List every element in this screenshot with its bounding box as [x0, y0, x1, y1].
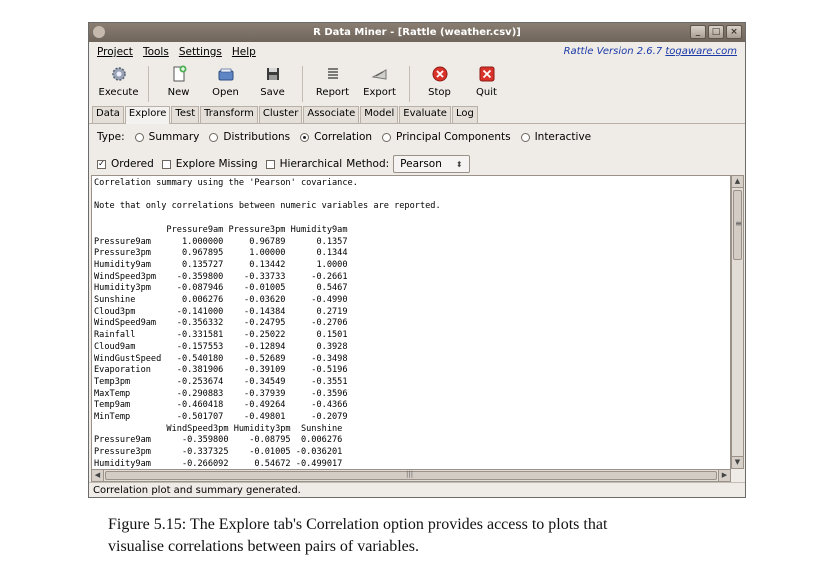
tab-associate[interactable]: Associate: [303, 106, 360, 123]
output-textview[interactable]: Correlation summary using the 'Pearson' …: [91, 175, 731, 483]
new-button[interactable]: New: [155, 64, 202, 98]
checkbox-label: Explore Missing: [175, 158, 258, 170]
tab-log[interactable]: Log: [451, 106, 478, 123]
report-label: Report: [315, 87, 350, 98]
tab-model[interactable]: Model: [360, 106, 399, 123]
window-title: R Data Miner - [Rattle (weather.csv)]: [313, 27, 521, 38]
correlation-options-row: ✓ Ordered Explore Missing Hierarchical Me…: [89, 150, 745, 178]
type-label: Type:: [97, 131, 125, 143]
radio-summary[interactable]: Summary: [134, 131, 200, 143]
tab-explore[interactable]: Explore: [124, 106, 171, 124]
radio-indicator: [300, 132, 310, 142]
save-button[interactable]: Save: [249, 64, 296, 98]
caption-line-2: visualise correlations between pairs of …: [108, 538, 419, 555]
radio-distributions[interactable]: Distributions: [209, 131, 290, 143]
scroll-up-icon[interactable]: ▲: [732, 176, 743, 188]
export-icon: [370, 64, 390, 84]
horizontal-scrollbar[interactable]: ◀ ▶: [91, 469, 731, 482]
execute-button[interactable]: Execute: [95, 64, 142, 98]
status-bar: Correlation plot and summary generated.: [89, 482, 745, 497]
vertical-scroll-thumb[interactable]: [733, 190, 743, 260]
title-bar: R Data Miner - [Rattle (weather.csv)] _ …: [89, 23, 745, 42]
toolbar: Execute New Open Save Report Export Stop…: [89, 62, 745, 106]
version-text: Rattle Version 2.6.7: [563, 46, 663, 57]
scroll-left-icon[interactable]: ◀: [92, 470, 104, 481]
export-button[interactable]: Export: [356, 64, 403, 98]
radio-indicator: [520, 132, 530, 142]
explore-type-row: Type: Summary Distributions Correlation …: [89, 124, 745, 150]
toolbar-separator: [409, 66, 410, 102]
method-select[interactable]: Pearson ⬍: [393, 155, 470, 173]
toolbar-separator: [302, 66, 303, 102]
tab-test[interactable]: Test: [171, 106, 200, 123]
checkbox-label: Ordered: [111, 158, 154, 170]
hierarchical-checkbox[interactable]: Hierarchical: [265, 158, 343, 170]
stop-button[interactable]: Stop: [416, 64, 463, 98]
window-menu-icon[interactable]: [93, 26, 105, 38]
open-label: Open: [212, 87, 239, 98]
menu-bar: Project Tools Settings Help Rattle Versi…: [89, 42, 745, 62]
execute-label: Execute: [98, 87, 139, 98]
menu-project[interactable]: Project: [97, 46, 133, 58]
tab-bar: Data Explore Test Transform Cluster Asso…: [89, 106, 745, 124]
tab-evaluate[interactable]: Evaluate: [399, 106, 451, 123]
horizontal-scroll-thumb[interactable]: [105, 470, 717, 480]
stop-label: Stop: [428, 87, 451, 98]
radio-indicator: [134, 132, 144, 142]
toolbar-separator: [148, 66, 149, 102]
export-label: Export: [363, 87, 396, 98]
tab-cluster[interactable]: Cluster: [258, 106, 303, 123]
quit-label: Quit: [476, 87, 497, 98]
radio-indicator: [209, 132, 219, 142]
method-label: Method:: [346, 158, 390, 170]
stop-icon: [430, 64, 450, 84]
floppy-disk-icon: [263, 64, 283, 84]
checkbox-label: Hierarchical: [279, 158, 343, 170]
scroll-right-icon[interactable]: ▶: [718, 470, 730, 481]
output-text: Correlation summary using the 'Pearson' …: [94, 178, 441, 469]
checkbox-indicator: [161, 159, 171, 169]
report-button[interactable]: Report: [309, 64, 356, 98]
figure-caption: Figure 5.15: The Explore tab's Correlati…: [108, 514, 768, 558]
menu-tools[interactable]: Tools: [143, 46, 169, 58]
new-label: New: [167, 87, 190, 98]
quit-button[interactable]: Quit: [463, 64, 510, 98]
report-icon: [323, 64, 343, 84]
checkbox-indicator: [265, 159, 275, 169]
ordered-checkbox[interactable]: ✓ Ordered: [97, 158, 154, 170]
close-button[interactable]: ×: [726, 25, 742, 39]
radio-correlation[interactable]: Correlation: [300, 131, 372, 143]
method-value: Pearson: [400, 158, 442, 170]
checkbox-indicator: ✓: [97, 159, 106, 169]
minimize-button[interactable]: _: [690, 25, 706, 39]
scroll-down-icon[interactable]: ▼: [732, 456, 743, 468]
radio-label: Summary: [148, 131, 200, 143]
radio-label: Correlation: [314, 131, 373, 143]
folder-open-icon: [216, 64, 236, 84]
gear-icon: [109, 64, 129, 84]
save-label: Save: [260, 87, 285, 98]
open-button[interactable]: Open: [202, 64, 249, 98]
radio-label: Interactive: [534, 131, 592, 143]
radio-interactive[interactable]: Interactive: [520, 131, 592, 143]
tab-data[interactable]: Data: [92, 106, 124, 123]
new-document-icon: [169, 64, 189, 84]
togaware-link[interactable]: togaware.com: [665, 46, 737, 57]
quit-icon: [477, 64, 497, 84]
radio-label: Principal Components: [396, 131, 511, 143]
radio-label: Distributions: [223, 131, 291, 143]
vertical-scrollbar[interactable]: ▲ ▼: [731, 175, 744, 469]
menu-help[interactable]: Help: [232, 46, 256, 58]
maximize-button[interactable]: □: [708, 25, 724, 39]
rattle-window: R Data Miner - [Rattle (weather.csv)] _ …: [88, 22, 746, 498]
version-info: Rattle Version 2.6.7 togaware.com: [564, 46, 737, 57]
select-arrows-icon: ⬍: [455, 159, 463, 169]
radio-indicator: [382, 132, 392, 142]
menu-settings[interactable]: Settings: [179, 46, 222, 58]
tab-transform[interactable]: Transform: [200, 106, 258, 123]
window-controls: _ □ ×: [690, 25, 742, 39]
explore-missing-checkbox[interactable]: Explore Missing: [161, 158, 258, 170]
caption-line-1: Figure 5.15: The Explore tab's Correlati…: [108, 516, 608, 533]
radio-principal-components[interactable]: Principal Components: [382, 131, 511, 143]
